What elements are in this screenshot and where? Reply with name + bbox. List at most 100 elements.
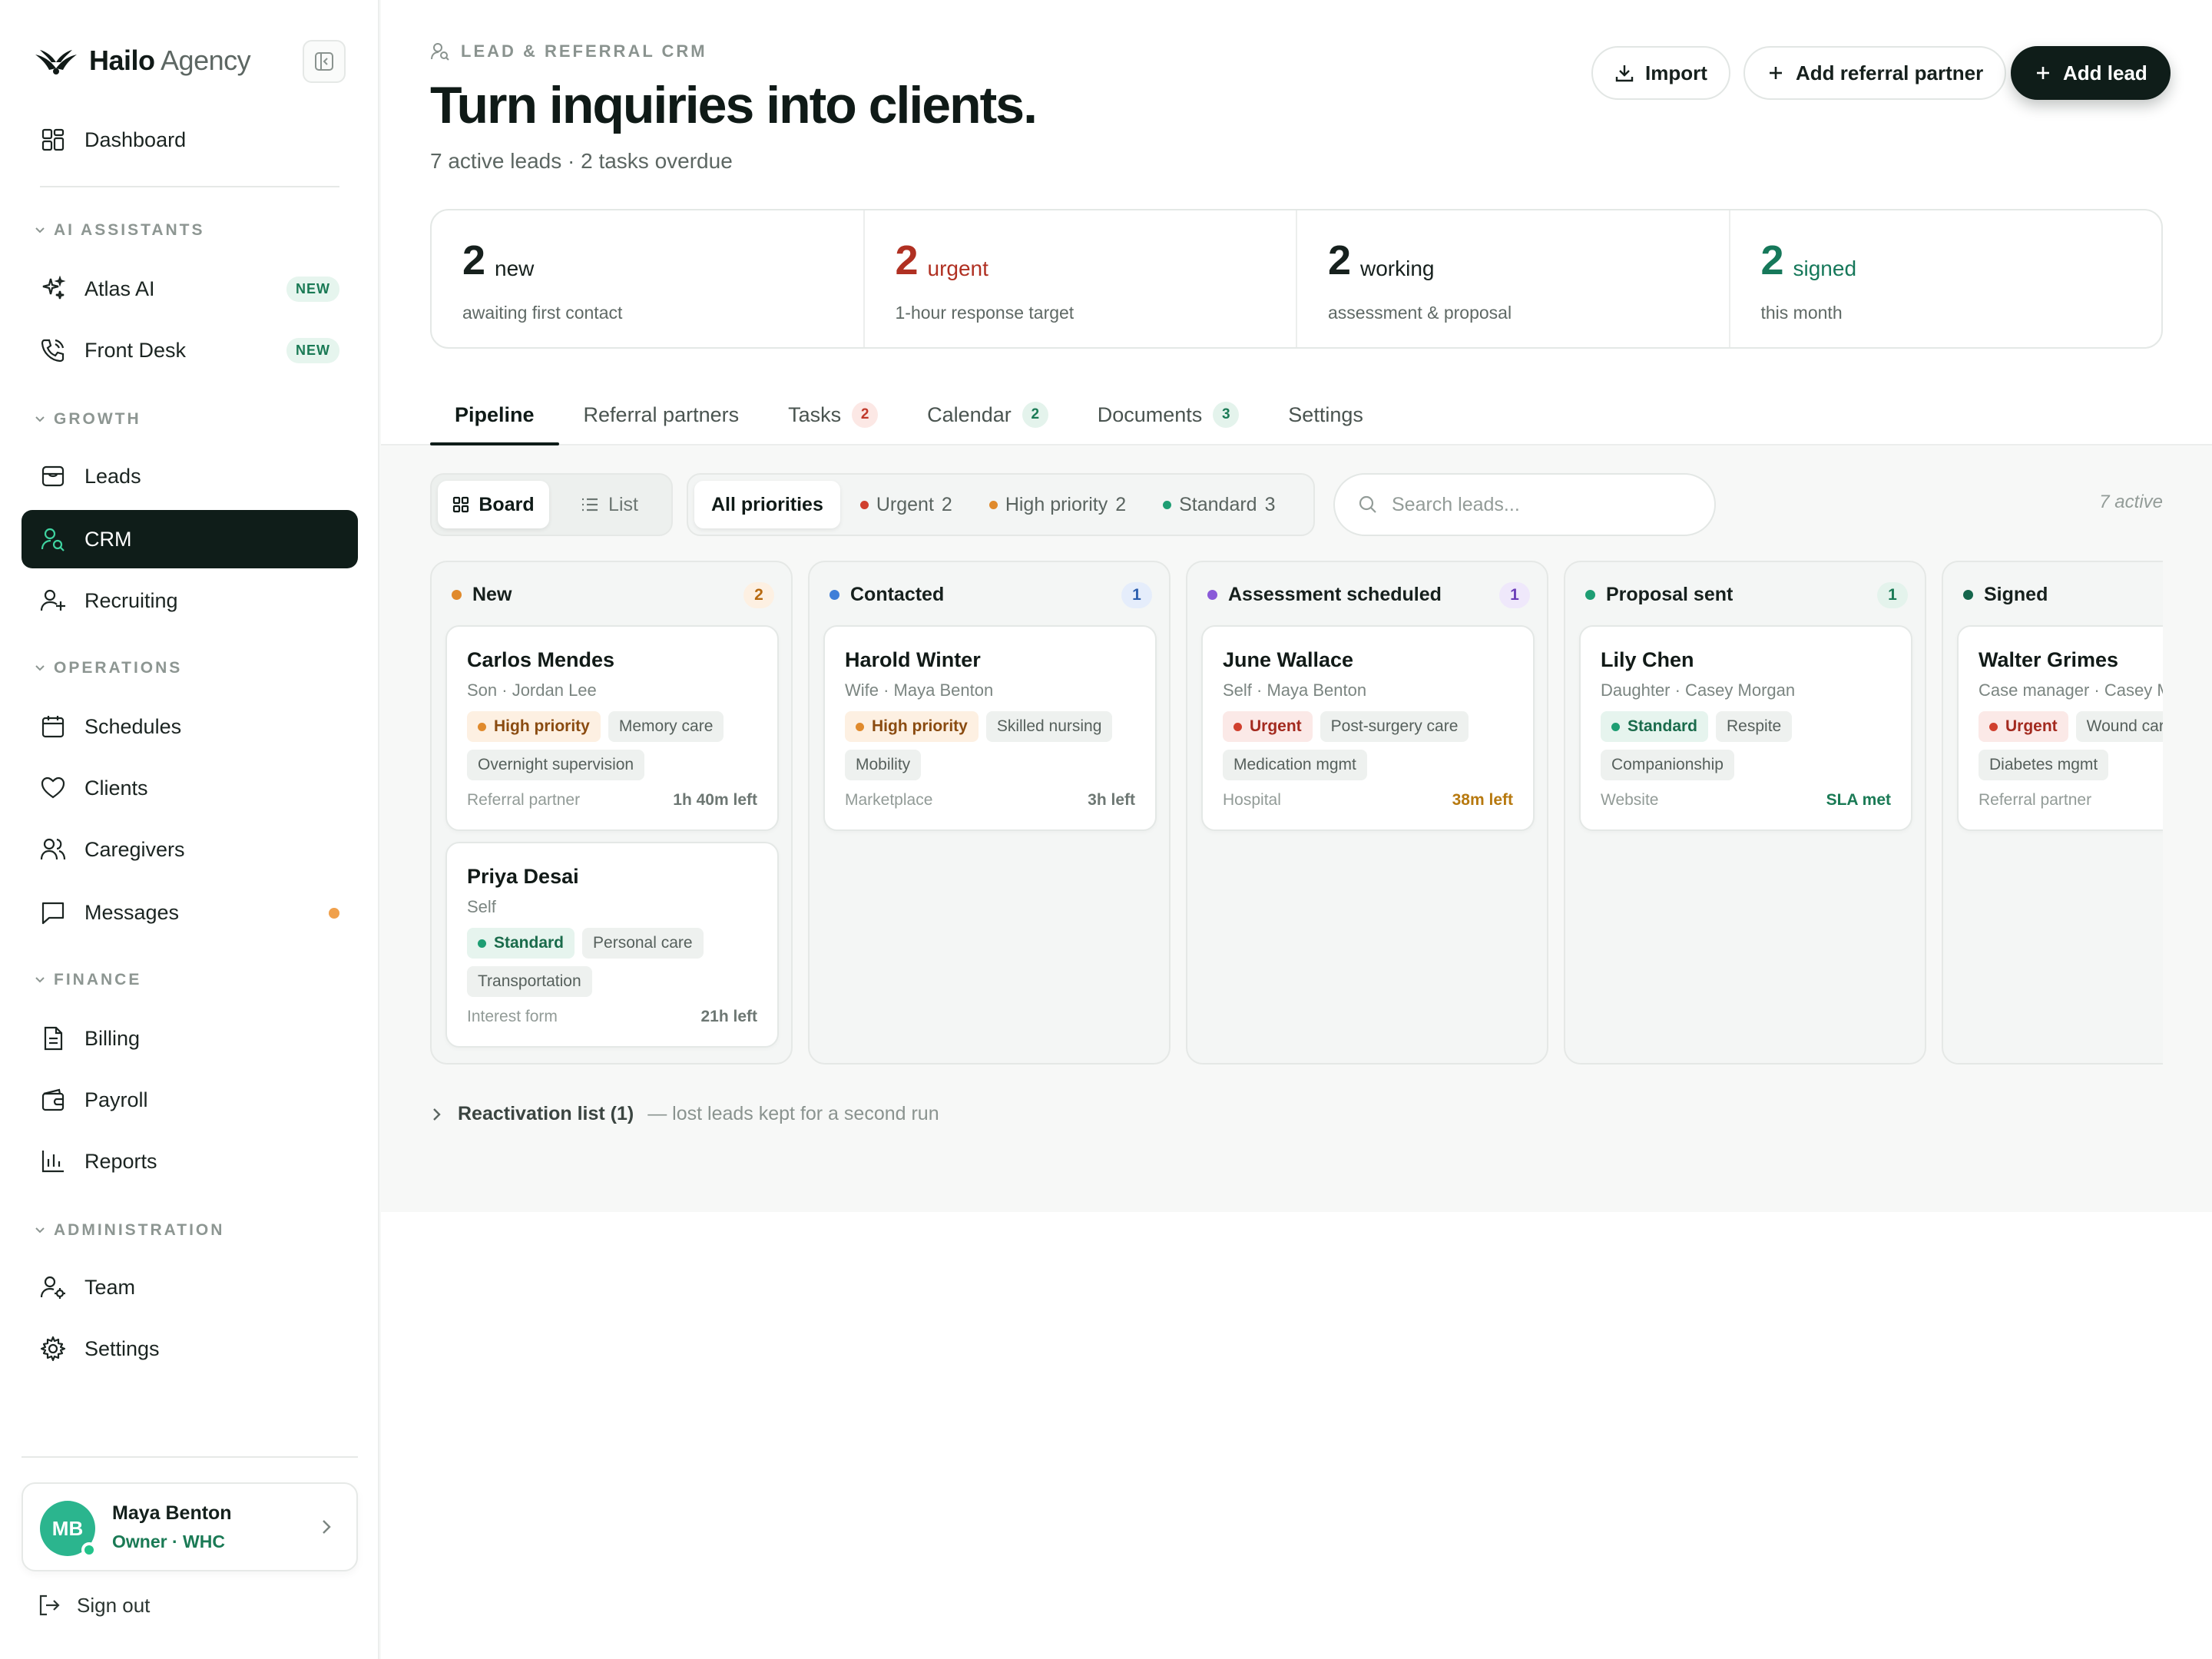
sign-out-button[interactable]: Sign out	[37, 1593, 150, 1618]
standard-dot	[1163, 500, 1172, 509]
sparkles-icon	[40, 276, 66, 302]
sidebar-divider	[40, 186, 339, 187]
filter-high-priority[interactable]: High priority 2	[972, 481, 1143, 528]
care-tag: Wound care	[2075, 711, 2163, 742]
grid-icon	[452, 496, 469, 513]
care-tag: Respite	[1716, 711, 1793, 742]
priority-dot	[856, 722, 864, 731]
tab-referral-partners[interactable]: Referral partners	[559, 384, 764, 445]
sidebar-item-label: Leads	[84, 464, 141, 488]
reactivation-list-toggle[interactable]: Reactivation list (1) — lost leads kept …	[430, 1103, 939, 1125]
new-badge: NEW	[286, 276, 339, 302]
list-view-button[interactable]: List	[554, 481, 665, 528]
sidebar-item-label: Settings	[84, 1336, 160, 1360]
tab-tasks[interactable]: Tasks 2	[763, 384, 902, 445]
section-operations[interactable]: OPERATIONS	[34, 659, 182, 677]
sidebar-item-billing[interactable]: Billing	[22, 1009, 358, 1068]
column-header: Contacted	[830, 584, 944, 606]
stat-label: urgent	[927, 257, 988, 280]
sidebar-item-front-desk[interactable]: Front Desk NEW	[22, 321, 358, 379]
add-referral-partner-button[interactable]: Add referral partner	[1743, 46, 2007, 100]
filter-standard[interactable]: Standard 3	[1146, 481, 1292, 528]
priority-filter: All priorities Urgent 2 High priority 2 …	[687, 473, 1315, 536]
section-administration[interactable]: ADMINISTRATION	[34, 1221, 224, 1240]
sidebar-item-atlas-ai[interactable]: Atlas AI NEW	[22, 260, 358, 318]
filter-urgent[interactable]: Urgent 2	[843, 481, 969, 528]
stat-working[interactable]: 2 working assessment & proposal	[1297, 210, 1730, 347]
phone-icon	[40, 337, 66, 363]
lead-card[interactable]: Lily Chen Daughter · Casey Morgan Standa…	[1579, 625, 1912, 831]
stat-signed[interactable]: 2 signed this month	[1730, 210, 2162, 347]
brand-logo[interactable]: Hailo Agency	[34, 45, 251, 77]
sidebar-item-payroll[interactable]: Payroll	[22, 1071, 358, 1129]
stage-dot	[830, 590, 839, 600]
sidebar-item-clients[interactable]: Clients	[22, 759, 358, 817]
column-contacted: Contacted 1 Harold Winter Wife · Maya Be…	[808, 561, 1171, 1065]
stat-label: signed	[1793, 257, 1857, 280]
section-finance[interactable]: FINANCE	[34, 971, 141, 989]
search-input[interactable]	[1392, 493, 1699, 516]
lead-source: Interest form	[467, 1008, 558, 1025]
priority-badge: Urgent	[1223, 711, 1313, 742]
sidebar-item-label: Schedules	[84, 714, 182, 738]
heart-icon	[40, 775, 66, 801]
sidebar-item-label: Payroll	[84, 1088, 148, 1111]
filter-all-priorities[interactable]: All priorities	[694, 481, 840, 528]
column-count: 1	[1877, 582, 1908, 608]
chevron-down-icon	[34, 224, 46, 237]
board-view-button[interactable]: Board	[438, 481, 549, 528]
sidebar-item-leads[interactable]: Leads	[22, 447, 358, 505]
sidebar-item-schedules[interactable]: Schedules	[22, 697, 358, 756]
lead-tags: Standard Personal care Transportation	[467, 928, 767, 997]
lead-sla: SLA met	[1826, 791, 1891, 809]
add-lead-button[interactable]: Add lead	[2011, 46, 2171, 100]
sidebar-item-messages[interactable]: Messages	[22, 883, 358, 942]
tab-documents[interactable]: Documents 3	[1073, 384, 1264, 445]
chevron-down-icon	[34, 662, 46, 674]
care-tag: Memory care	[608, 711, 724, 742]
chevron-right-icon	[318, 1516, 335, 1538]
sidebar-item-dashboard[interactable]: Dashboard	[22, 111, 358, 169]
log-out-icon	[37, 1593, 61, 1618]
column-count: 1	[1121, 582, 1152, 608]
sidebar: Hailo Agency Dashboard AI ASSISTANTS Atl…	[0, 0, 379, 1659]
user-profile-card[interactable]: MB Maya Benton Owner · WHC	[22, 1482, 358, 1571]
sidebar-item-crm[interactable]: CRM	[22, 510, 358, 568]
section-ai-assistants[interactable]: AI ASSISTANTS	[34, 221, 205, 240]
priority-dot	[478, 939, 486, 948]
pipeline-board: New 2 Carlos Mendes Son · Jordan Lee Hig…	[430, 561, 2163, 1065]
lead-source: Marketplace	[845, 791, 933, 809]
brand-name: Hailo Agency	[89, 45, 251, 76]
lead-card[interactable]: Carlos Mendes Son · Jordan Lee High prio…	[445, 625, 779, 831]
active-count: 7 active	[2099, 492, 2163, 512]
tab-calendar[interactable]: Calendar 2	[902, 384, 1073, 445]
section-growth[interactable]: GROWTH	[34, 410, 141, 429]
priority-dot	[1989, 722, 1998, 731]
care-tag: Overnight supervision	[467, 750, 645, 780]
stat-urgent[interactable]: 2 urgent 1-hour response target	[865, 210, 1297, 347]
lead-name: Priya Desai	[467, 865, 579, 888]
sidebar-item-team[interactable]: Team	[22, 1258, 358, 1316]
chevron-down-icon	[34, 974, 46, 986]
tab-settings[interactable]: Settings	[1263, 384, 1388, 445]
lead-card[interactable]: Walter Grimes Case manager · Casey M Urg…	[1957, 625, 2163, 831]
sidebar-item-recruiting[interactable]: Recruiting	[22, 571, 358, 630]
search-icon	[1358, 495, 1378, 515]
chevron-right-icon	[430, 1106, 444, 1123]
sidebar-item-reports[interactable]: Reports	[22, 1132, 358, 1190]
tab-pipeline[interactable]: Pipeline	[430, 384, 559, 445]
stage-dot	[1963, 590, 1973, 600]
stat-new[interactable]: 2 new awaiting first contact	[432, 210, 865, 347]
lead-tags: High priority Skilled nursing Mobility	[845, 711, 1144, 780]
stage-dot	[1585, 590, 1595, 600]
sidebar-item-settings[interactable]: Settings	[22, 1320, 358, 1378]
lead-card[interactable]: June Wallace Self · Maya Benton Urgent P…	[1201, 625, 1535, 831]
page-footer-area	[381, 1212, 2212, 1659]
sidebar-item-label: Clients	[84, 776, 148, 800]
collapse-sidebar-button[interactable]	[303, 40, 346, 83]
sidebar-item-label: Atlas AI	[84, 276, 155, 300]
lead-card[interactable]: Harold Winter Wife · Maya Benton High pr…	[823, 625, 1157, 831]
lead-card[interactable]: Priya Desai Self Standard Personal care …	[445, 842, 779, 1048]
import-button[interactable]: Import	[1591, 46, 1730, 100]
sidebar-item-caregivers[interactable]: Caregivers	[22, 820, 358, 879]
